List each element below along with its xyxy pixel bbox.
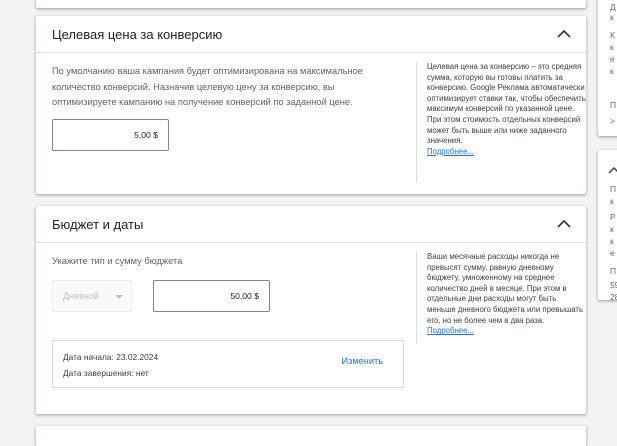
end-date: Дата завершения: нет — [63, 368, 149, 378]
side-text: е — [610, 248, 615, 258]
budget-header[interactable]: Бюджет и даты — [36, 206, 586, 243]
chevron-up-icon[interactable] — [556, 217, 572, 229]
trend-up-icon — [608, 166, 617, 174]
target-cpa-input[interactable]: 5,00 $ — [52, 119, 169, 151]
budget-title: Бюджет и даты — [52, 217, 144, 232]
budget-help: Ваши месячные расходы никогда не превыся… — [416, 252, 587, 344]
side-text: к — [610, 42, 614, 52]
budget-type-selected: Дневной — [63, 291, 99, 301]
side-text: П — [610, 184, 617, 194]
side-text: к — [610, 66, 614, 76]
side-text: к — [610, 236, 614, 246]
budget-learn-more-link[interactable]: Подробнее... — [427, 326, 474, 335]
side-text: Р — [610, 212, 616, 222]
side-text: > — [610, 116, 615, 126]
budget-amount-input[interactable]: 50,00 $ — [153, 280, 270, 312]
side-text: К — [610, 30, 615, 40]
side-info-card-1: Д к К к е к П > — [598, 0, 617, 136]
target-cpa-card: Целевая цена за конверсию По умолчанию в… — [36, 16, 586, 194]
caret-down-icon — [115, 295, 123, 299]
side-info-card-2: П к Р к к е П 59 28 — [598, 150, 617, 302]
target-cpa-value: 5,00 $ — [134, 130, 158, 140]
start-date: Дата начала: 23.02.2024 — [63, 352, 159, 362]
next-section-card — [36, 426, 586, 446]
dates-box: Дата начала: 23.02.2024 Дата завершения:… — [52, 340, 404, 388]
side-text: к — [610, 12, 614, 22]
target-cpa-title: Целевая цена за конверсию — [52, 27, 223, 42]
budget-description: Укажите тип и сумму бюджета — [52, 256, 183, 266]
budget-dates-card: Бюджет и даты Укажите тип и сумму бюджет… — [36, 206, 586, 414]
side-text: 59 — [610, 280, 617, 290]
side-text: П — [610, 100, 617, 110]
side-text: к — [610, 196, 614, 206]
change-dates-button[interactable]: Изменить — [342, 356, 383, 366]
target-cpa-help: Целевая цена за конверсию – это средняя … — [416, 62, 587, 182]
budget-type-select[interactable]: Дневной — [52, 280, 132, 312]
side-text: к — [610, 224, 614, 234]
target-cpa-header[interactable]: Целевая цена за конверсию — [36, 16, 586, 53]
side-text: е — [610, 54, 615, 64]
side-text: 28 — [610, 292, 617, 302]
side-text: Д — [610, 2, 616, 12]
target-cpa-learn-more-link[interactable]: Подробнее... — [427, 147, 474, 156]
side-text: П — [610, 266, 617, 276]
previous-section-card — [36, 0, 586, 8]
target-cpa-help-text: Целевая цена за конверсию – это средняя … — [427, 62, 586, 146]
budget-help-text: Ваши месячные расходы никогда не превыся… — [427, 252, 584, 325]
chevron-up-icon[interactable] — [556, 27, 572, 39]
target-cpa-description: По умолчанию ваша кампания будет оптимиз… — [52, 66, 363, 107]
budget-amount-value: 50,00 $ — [230, 291, 259, 301]
